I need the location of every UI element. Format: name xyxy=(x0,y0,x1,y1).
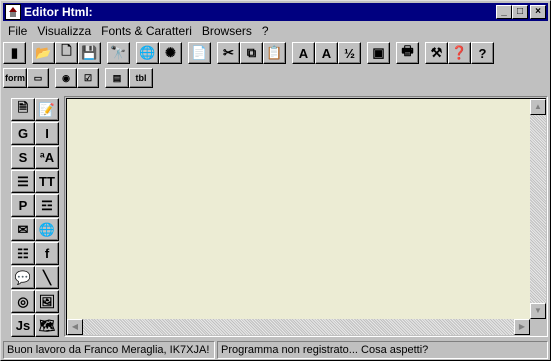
notepad-icon[interactable]: 📄 xyxy=(188,42,211,64)
scroll-up-icon[interactable]: ▲ xyxy=(530,99,546,115)
color-burst-icon[interactable]: ✺ xyxy=(159,42,182,64)
frame-icon[interactable]: ▣ xyxy=(367,42,390,64)
vertical-scrollbar[interactable]: ▲ ▼ xyxy=(530,99,546,319)
anchor-target-icon[interactable]: ◎ xyxy=(11,290,35,313)
font-larger-icon[interactable]: A xyxy=(292,42,315,64)
browser-preview-icon[interactable]: 🌐 xyxy=(136,42,159,64)
checkbox-icon[interactable]: ☑ xyxy=(77,68,99,88)
tab-icon[interactable]: tbl xyxy=(129,68,153,88)
title-bar[interactable]: Editor Html: _ □ × xyxy=(3,3,548,21)
sidebar-row: SªA xyxy=(11,146,61,170)
minimize-button[interactable]: _ xyxy=(496,5,512,19)
tools-icon[interactable]: ⚒ xyxy=(425,42,448,64)
maximize-button[interactable]: □ xyxy=(512,5,528,19)
scroll-left-icon[interactable]: ◀ xyxy=(67,319,83,335)
comment-icon[interactable]: 💬 xyxy=(11,266,35,289)
radio-button-icon[interactable]: ◉ xyxy=(55,68,77,88)
scroll-down-icon[interactable]: ▼ xyxy=(530,303,546,319)
horizontal-scrollbar[interactable]: ◀ ▶ xyxy=(67,319,530,335)
list-box-icon[interactable]: ▤ xyxy=(105,68,129,88)
menu-bar: File Visualizza Fonts & Caratteri Browse… xyxy=(3,22,548,40)
font-color-icon[interactable]: ªA xyxy=(35,146,59,169)
javascript-icon[interactable]: Js xyxy=(11,314,35,337)
cut-icon[interactable]: ✂ xyxy=(217,42,240,64)
new-page-icon[interactable]: 🗎 xyxy=(11,98,35,121)
scroll-right-icon[interactable]: ▶ xyxy=(514,319,530,335)
print-icon[interactable]: 🖶 xyxy=(396,42,419,64)
html-editor[interactable]: ▲ ▼ ◀ ▶ xyxy=(64,96,548,337)
underline-icon[interactable]: S xyxy=(11,146,35,169)
fraction-icon[interactable]: ½ xyxy=(338,42,361,64)
line-icon[interactable]: ╲ xyxy=(35,266,59,289)
map-icon[interactable]: 🗺 xyxy=(35,314,59,337)
sidebar-row: 💬 ╲ xyxy=(11,266,61,290)
mail-link-icon[interactable]: ✉ xyxy=(11,218,35,241)
forms-toolbar: form ▭ ◉ ☑ ▤ tbl xyxy=(3,66,153,90)
form-icon[interactable]: form xyxy=(3,68,27,88)
save-icon[interactable]: 💾 xyxy=(78,42,101,64)
new-document-icon[interactable]: 🗋 xyxy=(55,42,78,64)
sidebar-row: Js 🗺 xyxy=(11,314,61,338)
align-center-icon[interactable]: ☰ xyxy=(11,170,35,193)
menu-visualizza[interactable]: Visualizza xyxy=(32,24,96,38)
bold-icon[interactable]: G xyxy=(11,122,35,145)
window-title: Editor Html: xyxy=(24,5,93,19)
sidebar-row: P ☲ xyxy=(11,194,61,218)
copy-icon[interactable]: ⧉ xyxy=(240,42,263,64)
text-field-icon[interactable]: ▭ xyxy=(27,68,49,88)
sidebar-row: ◎ 🖼 xyxy=(11,290,61,314)
exit-icon[interactable]: ▮ xyxy=(3,42,26,64)
status-registration: Programma non registrato... Cosa aspetti… xyxy=(217,341,548,359)
open-folder-icon[interactable]: 📂 xyxy=(32,42,55,64)
status-bar: Buon lavoro da Franco Meraglia, IK7XJA! … xyxy=(3,341,548,359)
paste-icon[interactable]: 📋 xyxy=(263,42,286,64)
image-icon[interactable]: 🖼 xyxy=(35,290,59,313)
main-toolbar: ▮ 📂 🗋 💾 🔭 🌐 ✺ 📄 ✂ ⧉ 📋 A A ½ ▣ 🖶 ⚒ ❓? xyxy=(3,41,494,65)
italic-icon[interactable]: I xyxy=(35,122,59,145)
sidebar-row: ✉ 🌐 xyxy=(11,218,61,242)
html-tags-toolbar: 🗎 📝 G I SªA ☰ TT P ☲ ✉ 🌐 ☷ f 💬 ╲ ◎ 🖼 Js 🗺 xyxy=(11,98,61,338)
wizard-help-icon[interactable]: ❓ xyxy=(448,42,471,64)
page-template-icon[interactable]: 📝 xyxy=(35,98,59,121)
status-greeting: Buon lavoro da Franco Meraglia, IK7XJA! xyxy=(3,341,215,359)
menu-help[interactable]: ? xyxy=(257,24,274,38)
close-button[interactable]: × xyxy=(530,5,546,19)
menu-browsers[interactable]: Browsers xyxy=(197,24,257,38)
editor-text-area[interactable]: ▲ ▼ ◀ ▶ xyxy=(66,98,546,335)
teletype-icon[interactable]: TT xyxy=(35,170,59,193)
web-link-icon[interactable]: 🌐 xyxy=(35,218,59,241)
menu-file[interactable]: File xyxy=(3,24,32,38)
scroll-corner xyxy=(530,319,546,335)
paragraph-icon[interactable]: P xyxy=(11,194,35,217)
app-icon[interactable] xyxy=(5,4,21,20)
sidebar-row: 🗎 📝 xyxy=(11,98,61,122)
numbered-list-icon[interactable]: ☷ xyxy=(11,242,35,265)
sidebar-row: GI xyxy=(11,122,61,146)
font-smaller-icon[interactable]: A xyxy=(315,42,338,64)
function-icon[interactable]: f xyxy=(35,242,59,265)
main-window: Editor Html: _ □ × File Visualizza Fonts… xyxy=(0,0,551,361)
horizontal-rule-icon[interactable]: ☲ xyxy=(35,194,59,217)
sidebar-row: ☷ f xyxy=(11,242,61,266)
help-icon[interactable]: ? xyxy=(471,42,494,64)
sidebar-row: ☰ TT xyxy=(11,170,61,194)
menu-fonts[interactable]: Fonts & Caratteri xyxy=(96,24,197,38)
find-binoculars-icon[interactable]: 🔭 xyxy=(107,42,130,64)
